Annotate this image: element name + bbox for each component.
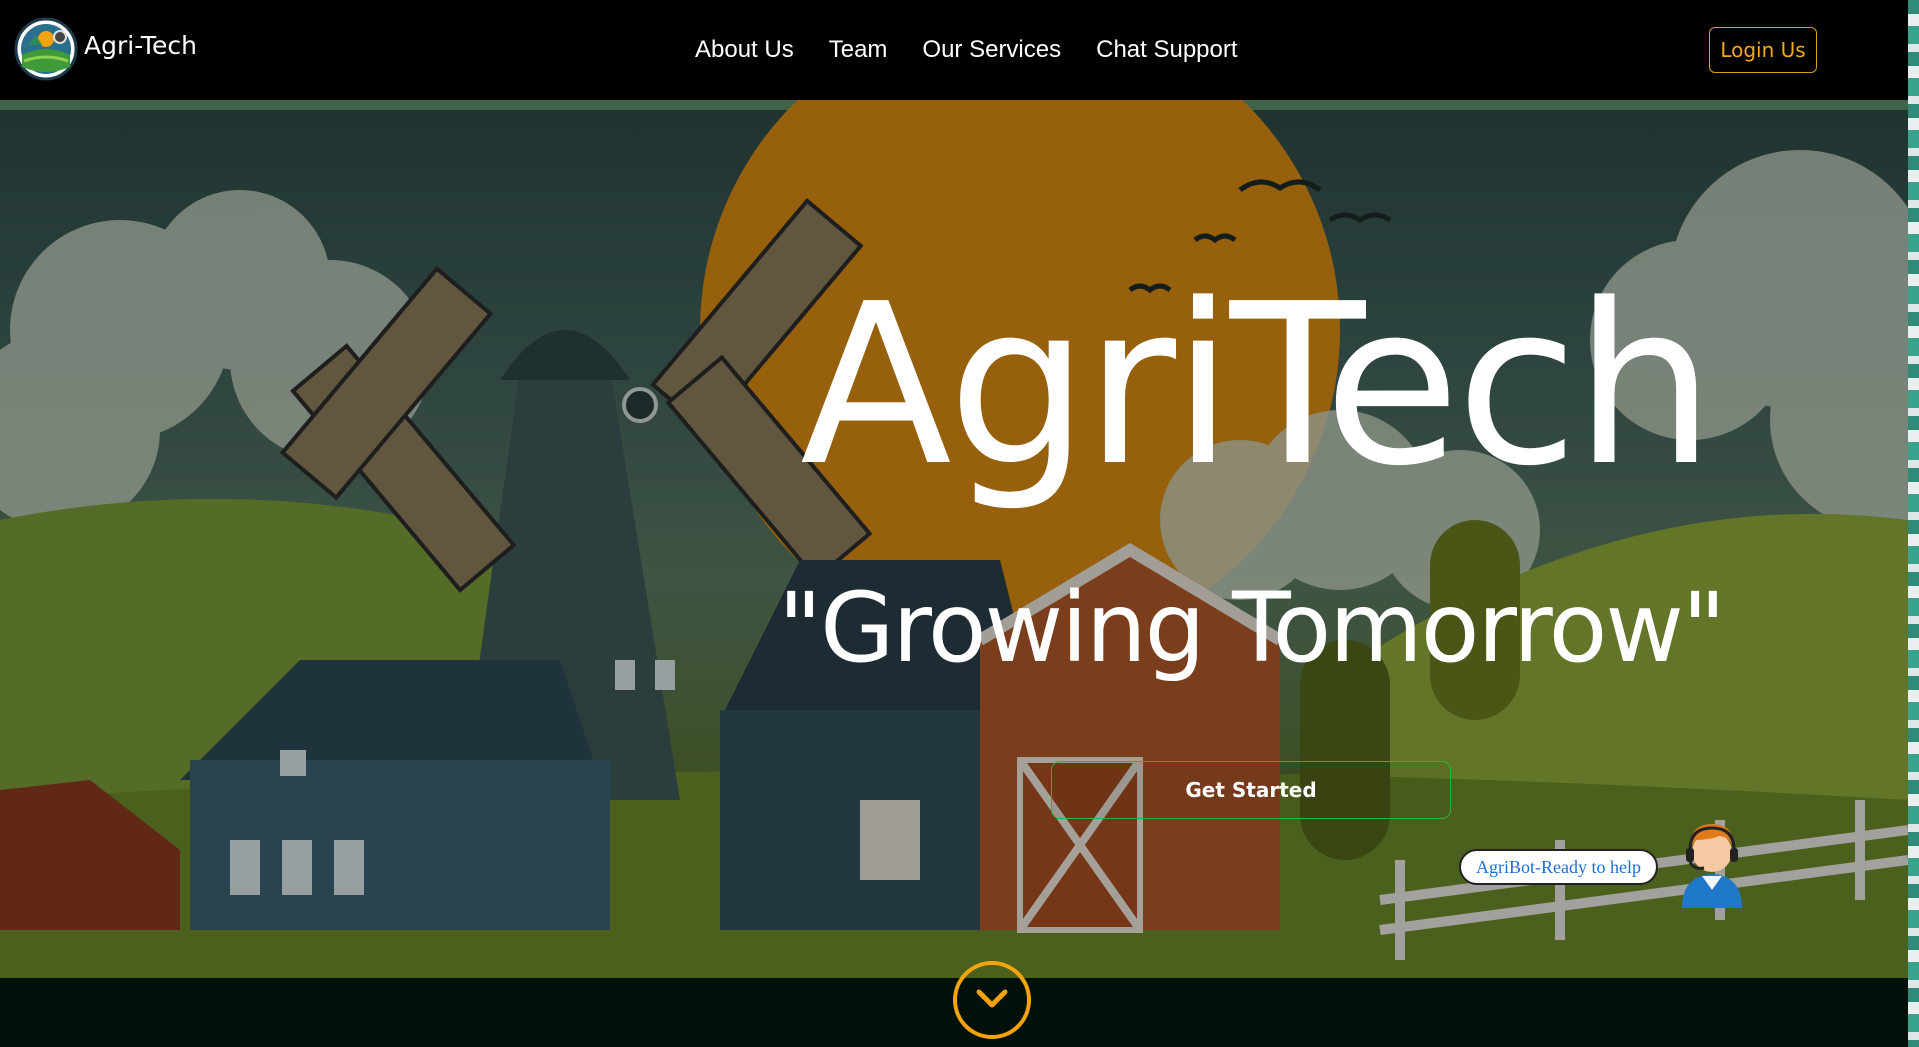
brand-name[interactable]: Agri-Tech bbox=[84, 31, 197, 60]
login-button[interactable]: Login Us bbox=[1709, 27, 1817, 73]
navbar: Agri-Tech About Us Team Our Services Cha… bbox=[0, 0, 1908, 100]
scroll-down-button[interactable] bbox=[953, 961, 1031, 1039]
chevron-down-icon bbox=[975, 988, 1009, 1013]
hero-section: AgriTech "Growing Tomorrow" Get Started … bbox=[0, 100, 1908, 978]
nav-team[interactable]: Team bbox=[829, 36, 888, 64]
nav-chat-support[interactable]: Chat Support bbox=[1096, 36, 1237, 64]
hero-tagline: "Growing Tomorrow" bbox=[778, 572, 1726, 684]
get-started-button[interactable]: Get Started bbox=[1051, 761, 1451, 819]
logo-icon[interactable] bbox=[14, 15, 78, 83]
main-nav: About Us Team Our Services Chat Support bbox=[695, 36, 1238, 64]
page: Agri-Tech About Us Team Our Services Cha… bbox=[0, 0, 1919, 1047]
support-agent-icon[interactable] bbox=[1668, 816, 1756, 910]
page-scrollbar[interactable] bbox=[1908, 0, 1919, 1047]
hero-dark-overlay bbox=[0, 100, 1908, 978]
nav-about-us[interactable]: About Us bbox=[695, 36, 794, 64]
hero-title: AgriTech bbox=[800, 257, 1715, 515]
nav-our-services[interactable]: Our Services bbox=[922, 36, 1061, 64]
agribot-chat-bubble[interactable]: AgriBot-Ready to help bbox=[1459, 849, 1658, 885]
